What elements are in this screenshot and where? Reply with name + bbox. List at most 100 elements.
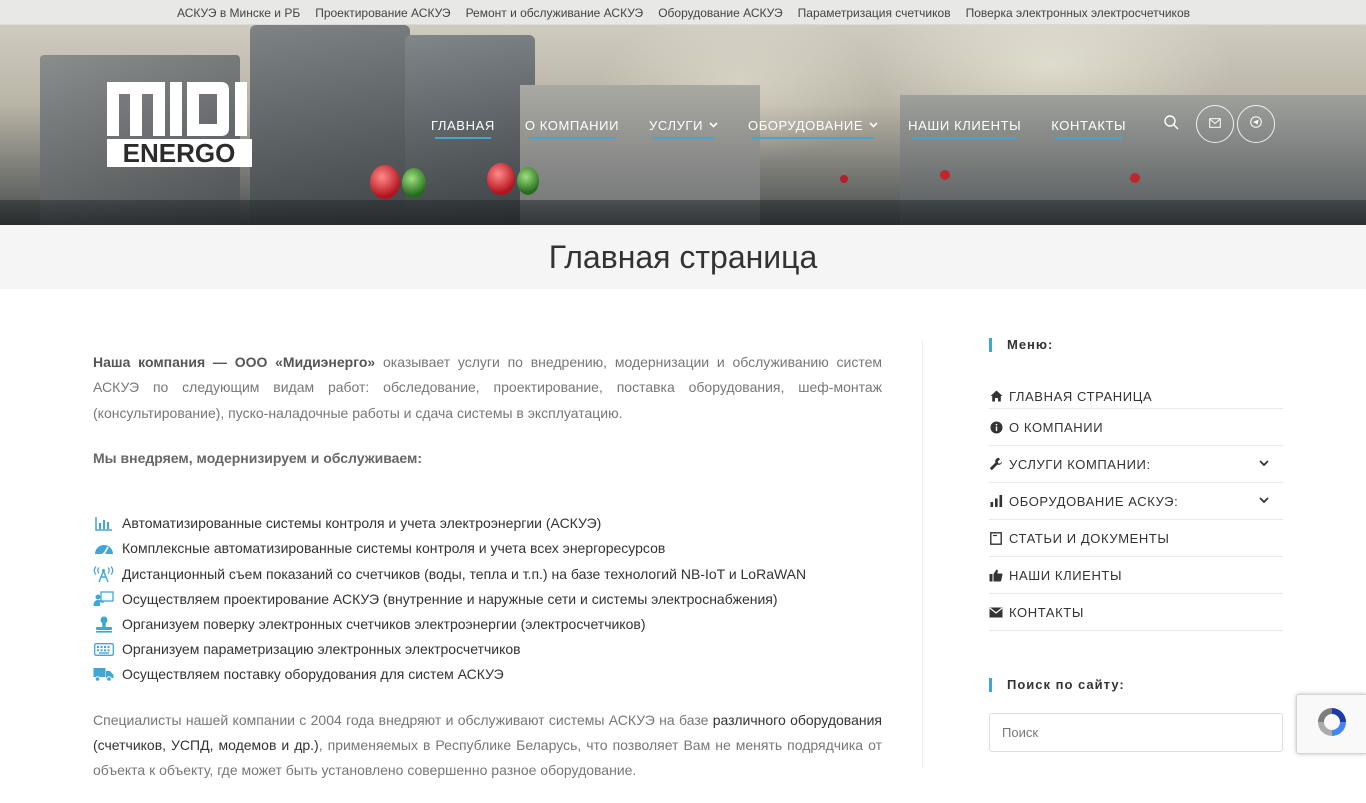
sidebar-item-about[interactable]: О компании (989, 409, 1283, 446)
feature-text: Автоматизированные системы контроля и уч… (122, 515, 602, 532)
sidebar-item-articles[interactable]: Статьи и документы (989, 520, 1283, 557)
top-links: АСКУЭ в Минске и РБ Проектирование АСКУЭ… (177, 0, 1205, 25)
top-link-equipment[interactable]: Оборудование АСКУЭ (658, 6, 782, 20)
site-logo[interactable]: ENERGO (107, 82, 252, 167)
sidebar-item-clients[interactable]: Наши клиенты (989, 557, 1283, 594)
feature-list: Автоматизированные системы контроля и уч… (93, 511, 882, 687)
feature-text: Осуществляем поставку оборудования для с… (122, 666, 504, 683)
nav-clients-label: Наши клиенты (908, 117, 1022, 133)
sidebar-item-home[interactable]: Главная страница (989, 389, 1283, 409)
feature-text: Осуществляем проектирование АСКУЭ (внутр… (122, 590, 778, 607)
list-item: Организуем поверку электронных счетчиков… (93, 612, 882, 637)
red-lamp (1130, 173, 1140, 183)
nav-home-label: Главная (431, 117, 495, 133)
feature-text: Организуем параметризацию электронных эл… (122, 641, 521, 658)
nav-about-label: О компании (524, 117, 620, 133)
nav-equipment-label: Оборудование (748, 117, 864, 133)
recaptcha-badge[interactable] (1296, 694, 1366, 754)
nav-contacts-label: Контакты (1051, 117, 1127, 133)
sidebar-item-label: Наши клиенты (1009, 567, 1123, 583)
green-lamp (402, 168, 426, 198)
chevron-down-icon (709, 120, 718, 131)
nav-about[interactable]: О компании (524, 117, 620, 139)
telegram-button[interactable] (1237, 105, 1275, 143)
nav-home[interactable]: Главная (431, 117, 495, 139)
chevron-down-icon (869, 120, 878, 131)
feature-text: Дистанционный съем показаний со счетчико… (122, 565, 807, 582)
stamp-icon (93, 616, 114, 634)
nav-services-label: Услуги (649, 117, 704, 133)
top-link-verification[interactable]: Поверка электронных электросчетчиков (966, 6, 1190, 20)
sidebar-item-label: Оборудование АСКУЭ: (1009, 493, 1179, 509)
top-link-parametrization[interactable]: Параметризация счетчиков (798, 6, 951, 20)
envelope-icon (1209, 115, 1221, 133)
gauge-icon (93, 540, 114, 558)
services-subheading: Мы внедряем, модернизируем и обслуживаем… (93, 449, 423, 466)
wrench-icon (989, 457, 1003, 471)
list-item: Осуществляем проектирование АСКУЭ (внутр… (93, 587, 882, 612)
envelope-icon (989, 605, 1003, 619)
signal-bars-icon (989, 494, 1003, 508)
list-item: Дистанционный съем показаний со счетчико… (93, 562, 882, 587)
red-lamp (370, 165, 400, 199)
home-icon (989, 389, 1003, 403)
sidebar-item-equipment[interactable]: Оборудование АСКУЭ: (989, 483, 1283, 520)
feature-text: Комплексные автоматизированные системы к… (122, 540, 666, 557)
logo-text: ENERGO (123, 138, 236, 167)
search-input[interactable] (989, 713, 1283, 752)
chevron-down-icon[interactable] (1259, 496, 1269, 506)
sidebar-item-label: Услуги компании: (1009, 456, 1151, 472)
closing-paragraph: Специалисты нашей компании с 2004 года в… (93, 708, 882, 784)
content-divider (922, 340, 923, 768)
page-title: Главная страница (548, 238, 818, 275)
top-link-repair[interactable]: Ремонт и обслуживание АСКУЭ (466, 6, 644, 20)
sidebar-item-services[interactable]: Услуги компании: (989, 446, 1283, 483)
header-bg-floor (0, 200, 1366, 225)
list-item: Автоматизированные системы контроля и уч… (93, 511, 882, 536)
email-button[interactable] (1196, 105, 1234, 143)
search-widget-title: Поиск по сайту: (989, 675, 1283, 695)
main-content: Наша компания — ООО «Мидиэнерго» оказыва… (93, 350, 882, 803)
sidebar: Меню: Главная страница О компании Услуги… (989, 335, 1283, 752)
page-title-band: Главная страница (0, 225, 1366, 289)
info-icon (989, 420, 1003, 434)
chevron-down-icon[interactable] (1259, 459, 1269, 469)
keyboard-icon (93, 641, 114, 659)
intro-company: Наша компания — ООО «Мидиэнерго» (93, 354, 376, 370)
nav-equipment[interactable]: Оборудование (748, 117, 878, 139)
engineer-icon (93, 590, 114, 608)
green-lamp (517, 167, 539, 195)
list-item: Комплексные автоматизированные системы к… (93, 536, 882, 561)
feature-text: Организуем поверку электронных счетчиков… (122, 615, 646, 632)
sidebar-menu: Главная страница О компании Услуги компа… (989, 389, 1283, 631)
sidebar-item-label: Статьи и документы (1009, 530, 1170, 546)
intro-paragraph: Наша компания — ООО «Мидиэнерго» оказыва… (93, 350, 882, 426)
document-icon (989, 531, 1003, 545)
nav-contacts[interactable]: Контакты (1051, 117, 1127, 139)
thumbs-up-icon (989, 568, 1003, 582)
nav-services[interactable]: Услуги (649, 117, 718, 139)
red-lamp (840, 175, 848, 183)
top-bar: АСКУЭ в Минске и РБ Проектирование АСКУЭ… (0, 0, 1366, 25)
truck-icon (93, 666, 114, 684)
bar-chart-icon (93, 515, 114, 533)
top-link-askue-minsk[interactable]: АСКУЭ в Минске и РБ (177, 6, 300, 20)
list-item: Осуществляем поставку оборудования для с… (93, 662, 882, 687)
search-icon[interactable] (1162, 113, 1182, 133)
red-lamp (487, 163, 515, 195)
top-link-design[interactable]: Проектирование АСКУЭ (315, 6, 450, 20)
sidebar-item-label: О компании (1009, 419, 1104, 435)
menu-widget-title: Меню: (989, 335, 1283, 355)
telegram-icon (1250, 115, 1262, 133)
nav-clients[interactable]: Наши клиенты (908, 117, 1022, 139)
red-lamp (940, 170, 950, 180)
recaptcha-icon (1315, 705, 1349, 744)
main-nav: Главная О компании Услуги Оборудование Н… (416, 110, 1141, 140)
sidebar-item-contacts[interactable]: Контакты (989, 594, 1283, 631)
antenna-icon (93, 565, 114, 583)
site-header: ENERGO Главная О компании Услуги Оборудо… (0, 25, 1366, 225)
list-item: Организуем параметризацию электронных эл… (93, 637, 882, 662)
sidebar-item-label: Главная страница (1009, 389, 1153, 404)
closing-text-start: Специалисты нашей компании с 2004 года в… (93, 711, 713, 728)
sidebar-item-label: Контакты (1009, 604, 1084, 620)
